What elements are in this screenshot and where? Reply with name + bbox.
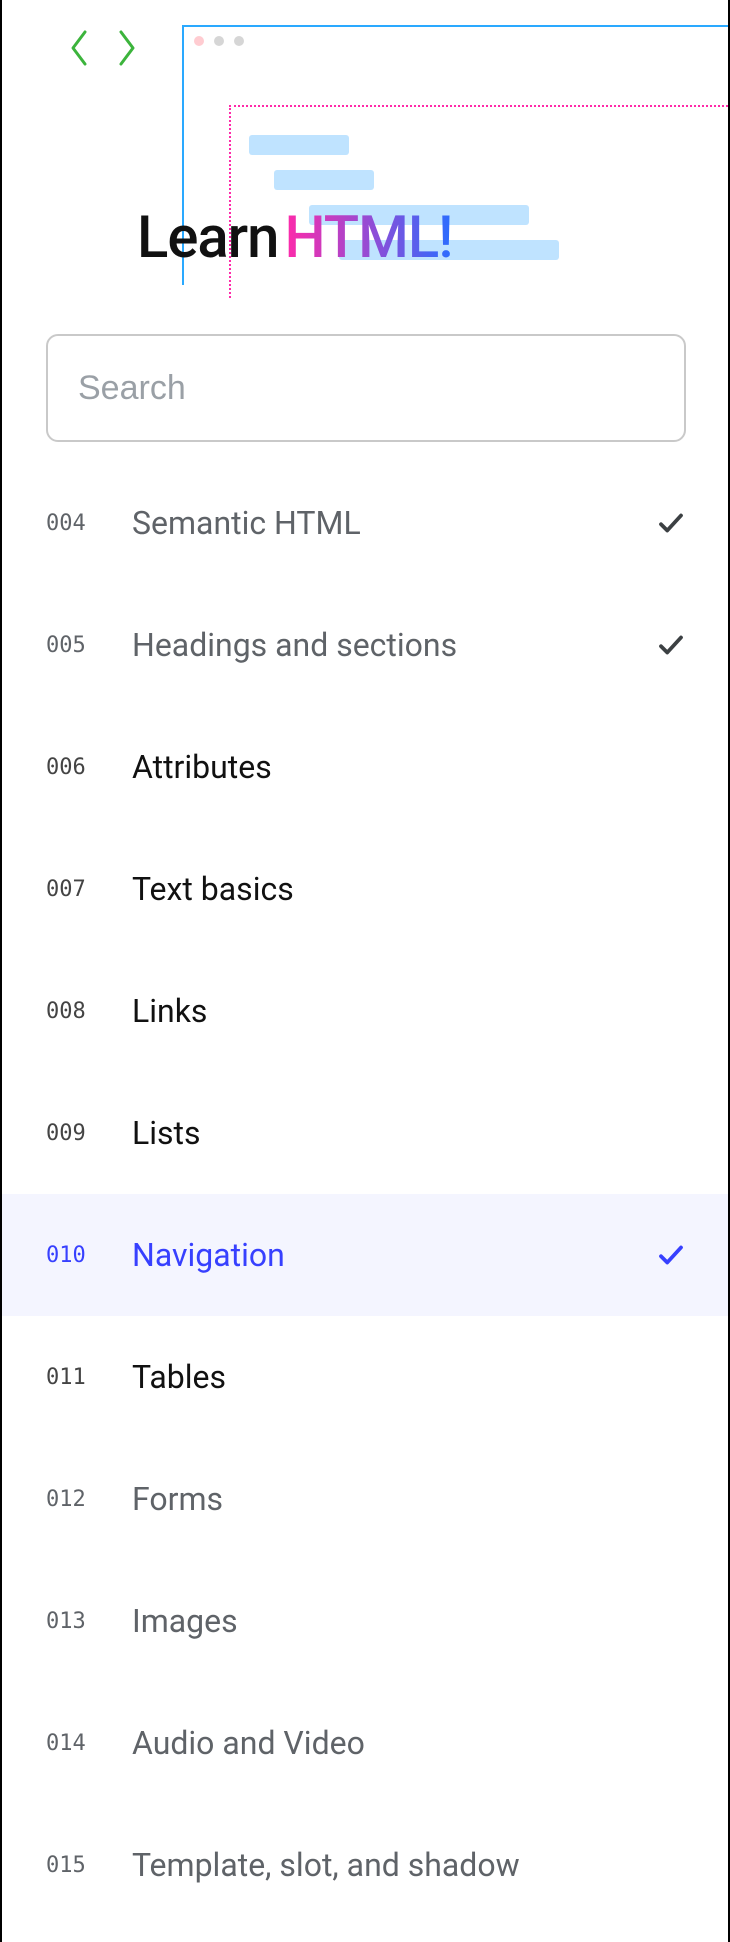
title-html: HTML! <box>284 204 452 272</box>
lesson-label: Tables <box>132 1358 656 1396</box>
lesson-label: Links <box>132 992 656 1030</box>
prev-arrow[interactable] <box>64 28 94 68</box>
lesson-row[interactable]: 012Forms <box>2 1438 730 1560</box>
lesson-number: 010 <box>46 1243 132 1268</box>
lesson-number: 004 <box>46 511 132 536</box>
lesson-label: Semantic HTML <box>132 504 656 542</box>
lesson-number: 006 <box>46 755 132 780</box>
lesson-number: 014 <box>46 1731 132 1756</box>
lesson-number: 011 <box>46 1365 132 1390</box>
sidebar-panel: LearnHTML! 004Semantic HTML005Headings a… <box>0 0 730 1942</box>
lesson-row[interactable]: 014Audio and Video <box>2 1682 730 1804</box>
lesson-label: Headings and sections <box>132 626 656 664</box>
course-hero: LearnHTML! <box>2 0 730 300</box>
lesson-label: Forms <box>132 1480 656 1518</box>
lesson-number: 007 <box>46 877 132 902</box>
check-icon <box>656 508 686 538</box>
lesson-label: Lists <box>132 1114 656 1152</box>
search-input[interactable] <box>46 334 686 442</box>
lesson-number: 015 <box>46 1853 132 1878</box>
course-title: LearnHTML! <box>137 204 453 272</box>
lesson-number: 013 <box>46 1609 132 1634</box>
lesson-list: 004Semantic HTML005Headings and sections… <box>2 462 730 1942</box>
search-wrap <box>2 300 730 462</box>
check-icon <box>656 1240 686 1270</box>
lesson-row[interactable]: 011Tables <box>2 1316 730 1438</box>
lesson-row[interactable]: 006Attributes <box>2 706 730 828</box>
lesson-row[interactable]: 007Text basics <box>2 828 730 950</box>
lesson-row[interactable]: 008Links <box>2 950 730 1072</box>
lesson-row[interactable]: 009Lists <box>2 1072 730 1194</box>
lesson-label: Text basics <box>132 870 656 908</box>
lesson-number: 009 <box>46 1121 132 1146</box>
lesson-row[interactable]: 013Images <box>2 1560 730 1682</box>
lesson-number: 005 <box>46 633 132 658</box>
next-arrow[interactable] <box>112 28 142 68</box>
lesson-label: Navigation <box>132 1236 656 1274</box>
lesson-label: Template, slot, and shadow <box>132 1846 656 1884</box>
lesson-label: Audio and Video <box>132 1724 656 1762</box>
title-learn: Learn <box>137 204 278 272</box>
nav-arrows <box>64 28 142 68</box>
check-icon <box>656 630 686 660</box>
lesson-row[interactable]: 010Navigation <box>2 1194 730 1316</box>
lesson-row[interactable]: 004Semantic HTML <box>2 462 730 584</box>
lesson-label: Attributes <box>132 748 656 786</box>
lesson-number: 008 <box>46 999 132 1024</box>
lesson-number: 012 <box>46 1487 132 1512</box>
lesson-row[interactable]: 016HTML APIs <box>2 1926 730 1942</box>
lesson-label: Images <box>132 1602 656 1640</box>
lesson-row[interactable]: 015Template, slot, and shadow <box>2 1804 730 1926</box>
lesson-row[interactable]: 005Headings and sections <box>2 584 730 706</box>
